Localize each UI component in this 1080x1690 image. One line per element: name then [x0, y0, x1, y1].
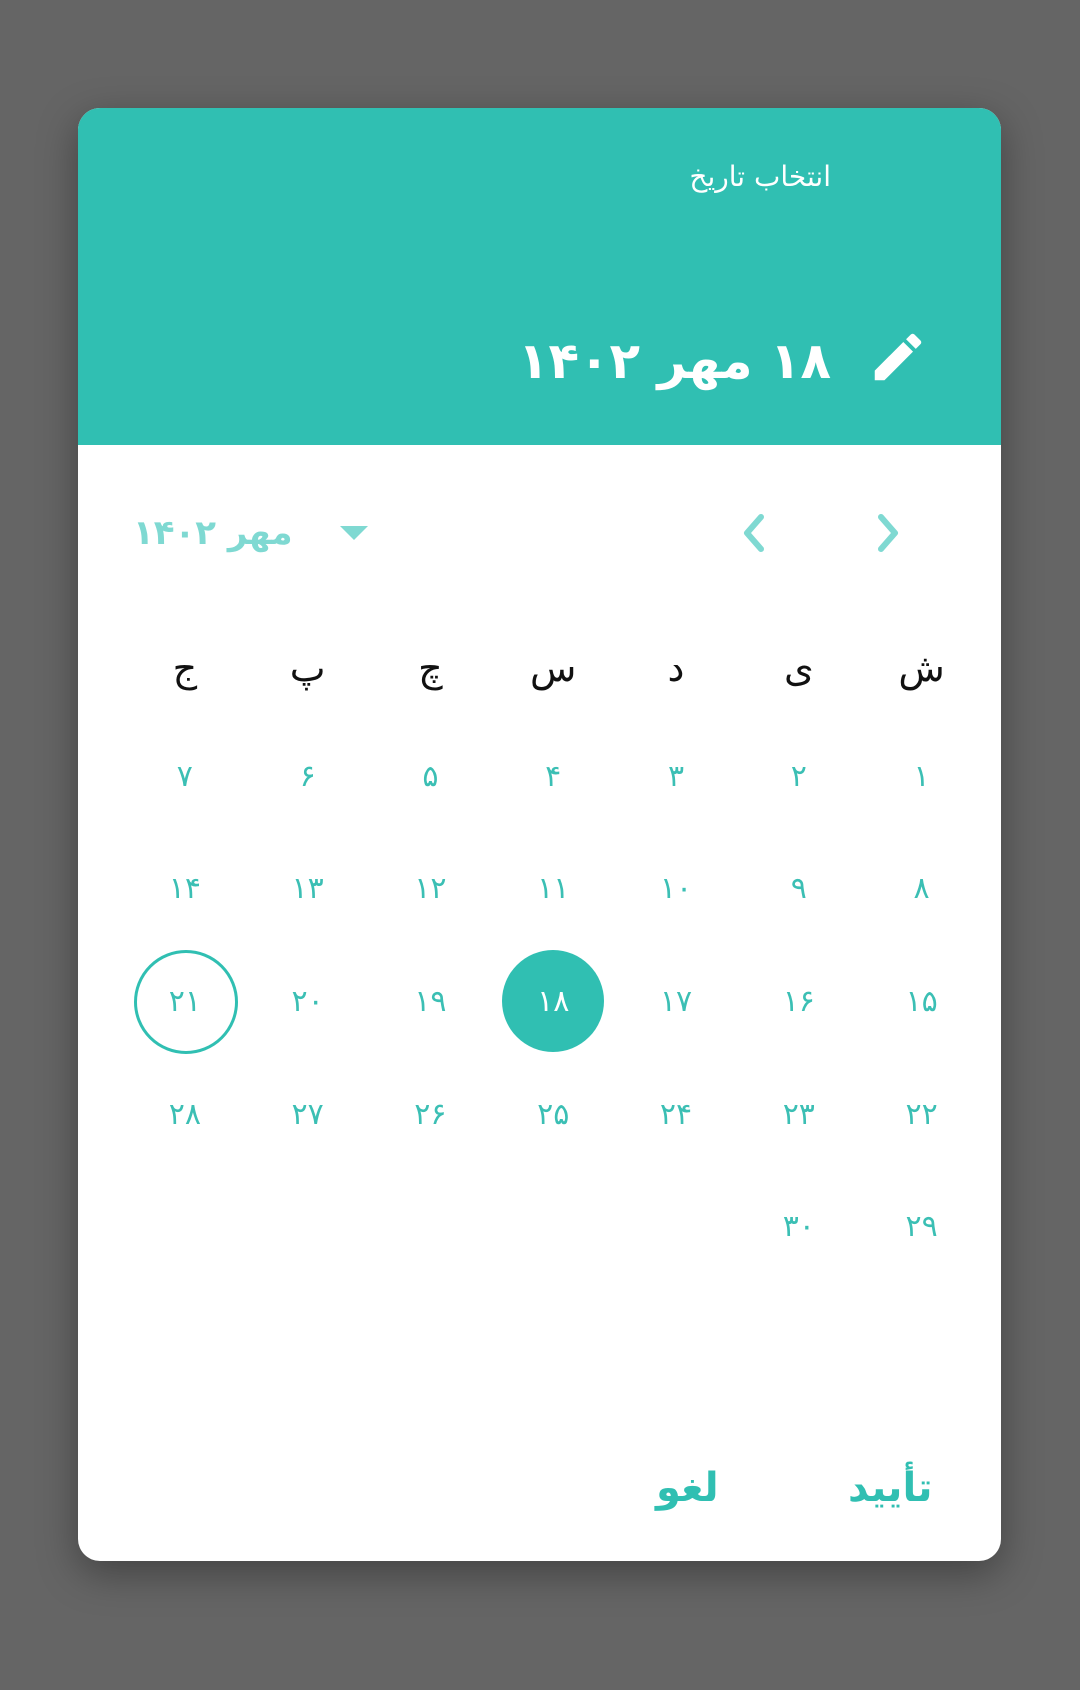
- chevron-left-icon: [744, 514, 764, 552]
- day-number: ۲۱: [168, 983, 201, 1019]
- day-number: ۲۲: [905, 1096, 938, 1132]
- day-cell[interactable]: ۱۵: [860, 945, 983, 1058]
- day-cell[interactable]: ۲۸: [123, 1058, 246, 1171]
- header-label: انتخاب تاریخ: [689, 160, 831, 193]
- day-number: ۲۰: [291, 983, 324, 1019]
- day-cell[interactable]: ۲۵: [492, 1058, 615, 1171]
- month-year-selector[interactable]: مهر ۱۴۰۲: [133, 493, 371, 573]
- day-cell[interactable]: ۳: [615, 720, 738, 833]
- day-number: ۲۴: [659, 1096, 693, 1132]
- day-cell[interactable]: ۲۹: [860, 1170, 983, 1283]
- day-number: ۷: [176, 758, 193, 794]
- day-number: ۲۶: [414, 1096, 447, 1132]
- dialog-header: انتخاب تاریخ ۱۸ مهر ۱۴۰۲: [78, 108, 1001, 445]
- day-cell[interactable]: ۱۳: [246, 833, 369, 946]
- day-number: ۲۳: [782, 1096, 815, 1132]
- day-number: ۹: [790, 871, 807, 907]
- chevron-right-icon: [878, 514, 898, 552]
- day-cell[interactable]: ۵: [369, 720, 492, 833]
- day-number: ۱۷: [659, 983, 693, 1019]
- weekday-header: ش ی د س چ پ ج: [123, 628, 983, 708]
- day-number: ۱۰: [659, 871, 693, 907]
- day-number: ۲۹: [905, 1209, 938, 1245]
- day-cell[interactable]: ۲۶: [369, 1058, 492, 1171]
- day-cell[interactable]: ۱۱: [492, 833, 615, 946]
- day-number: ۱۹: [414, 983, 447, 1019]
- day-cell[interactable]: ۲: [737, 720, 860, 833]
- day-cell[interactable]: ۲۴: [615, 1058, 738, 1171]
- day-number: ۲: [790, 758, 807, 794]
- day-cell[interactable]: ۱۹: [369, 945, 492, 1058]
- day-number: ۸: [913, 871, 930, 907]
- day-number: ۱۸: [537, 983, 570, 1019]
- day-number: ۳۰: [782, 1209, 815, 1245]
- weekday-label: س: [530, 646, 577, 690]
- day-number: ۶: [299, 758, 316, 794]
- day-number: ۱: [913, 758, 930, 794]
- month-navigation: مهر ۱۴۰۲: [78, 493, 1001, 573]
- day-cell[interactable]: ۱۶: [737, 945, 860, 1058]
- day-grid: ۱ ۲ ۳ ۴ ۵ ۶ ۷ ۸ ۹ ۱۰ ۱۱ ۱۲ ۱۳ ۱۴ ۱۵ ۱۶ ۱…: [123, 720, 983, 1283]
- day-cell[interactable]: ۱: [860, 720, 983, 833]
- date-picker-dialog: انتخاب تاریخ ۱۸ مهر ۱۴۰۲ مهر ۱۴۰۲ ش ی د …: [78, 108, 1001, 1561]
- day-cell[interactable]: ۶: [246, 720, 369, 833]
- confirm-button[interactable]: تأیید: [848, 1448, 933, 1528]
- day-cell[interactable]: ۹: [737, 833, 860, 946]
- weekday-label: د: [667, 646, 685, 690]
- day-number: ۱۱: [537, 871, 570, 907]
- day-cell[interactable]: ۱۲: [369, 833, 492, 946]
- day-number: ۱۶: [782, 983, 815, 1019]
- day-number: ۲۷: [291, 1096, 324, 1132]
- day-number: ۱۳: [291, 871, 324, 907]
- day-cell[interactable]: ۱۰: [615, 833, 738, 946]
- day-number: ۲۸: [168, 1096, 201, 1132]
- weekday-label: ج: [172, 646, 198, 690]
- day-cell[interactable]: ۲۰: [246, 945, 369, 1058]
- day-cell[interactable]: ۲۲: [860, 1058, 983, 1171]
- day-cell[interactable]: ۱۷: [615, 945, 738, 1058]
- day-number: ۱۴: [168, 871, 201, 907]
- day-cell[interactable]: ۲۷: [246, 1058, 369, 1171]
- day-cell[interactable]: ۴: [492, 720, 615, 833]
- selected-date: ۱۸ مهر ۱۴۰۲: [517, 332, 831, 390]
- pencil-icon[interactable]: [867, 326, 929, 388]
- day-cell[interactable]: ۲۳: [737, 1058, 860, 1171]
- day-number: ۳: [667, 758, 685, 794]
- month-year-label: مهر ۱۴۰۲: [133, 513, 293, 553]
- weekday-label: چ: [418, 646, 443, 690]
- day-cell[interactable]: ۸: [860, 833, 983, 946]
- dialog-actions: لغو تأیید: [78, 1448, 1001, 1528]
- day-cell[interactable]: ۷: [123, 720, 246, 833]
- next-month-button[interactable]: [860, 505, 916, 561]
- day-number: ۵: [422, 758, 439, 794]
- previous-month-button[interactable]: [726, 505, 782, 561]
- weekday-label: پ: [289, 646, 326, 690]
- day-cell-today[interactable]: ۲۱: [123, 945, 246, 1058]
- day-cell-selected[interactable]: ۱۸: [492, 945, 615, 1058]
- weekday-label: ش: [898, 646, 945, 690]
- day-number: ۱۲: [414, 871, 447, 907]
- weekday-label: ی: [783, 646, 814, 690]
- triangle-down-icon: [339, 526, 368, 540]
- day-number: ۲۵: [537, 1096, 570, 1132]
- day-number: ۱۵: [905, 983, 938, 1019]
- day-cell[interactable]: ۳۰: [737, 1170, 860, 1283]
- cancel-button[interactable]: لغو: [656, 1448, 719, 1528]
- day-number: ۴: [545, 758, 562, 794]
- day-cell[interactable]: ۱۴: [123, 833, 246, 946]
